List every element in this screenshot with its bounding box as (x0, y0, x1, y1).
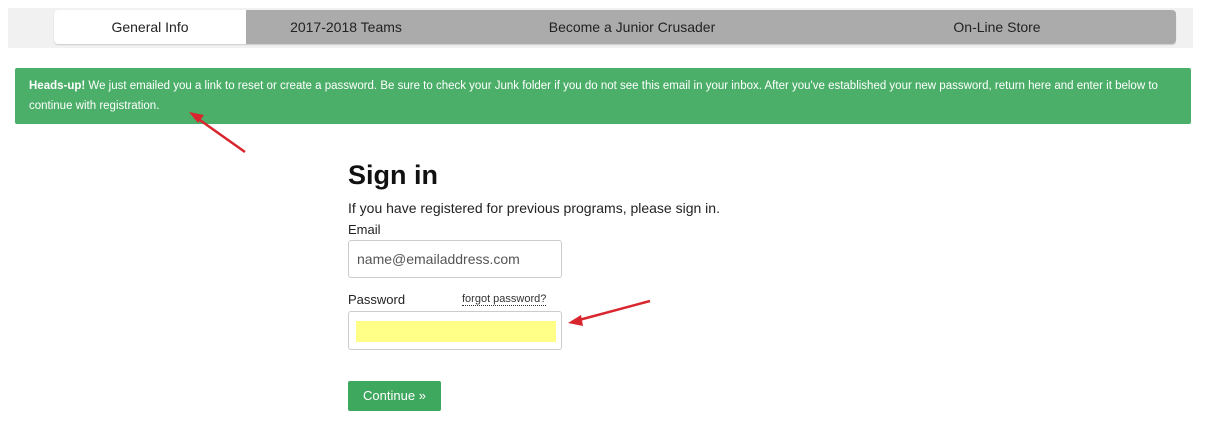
annotation-arrows (189, 112, 651, 326)
arrow-to-password-icon (568, 299, 651, 326)
arrow-to-alert-icon (189, 112, 246, 154)
